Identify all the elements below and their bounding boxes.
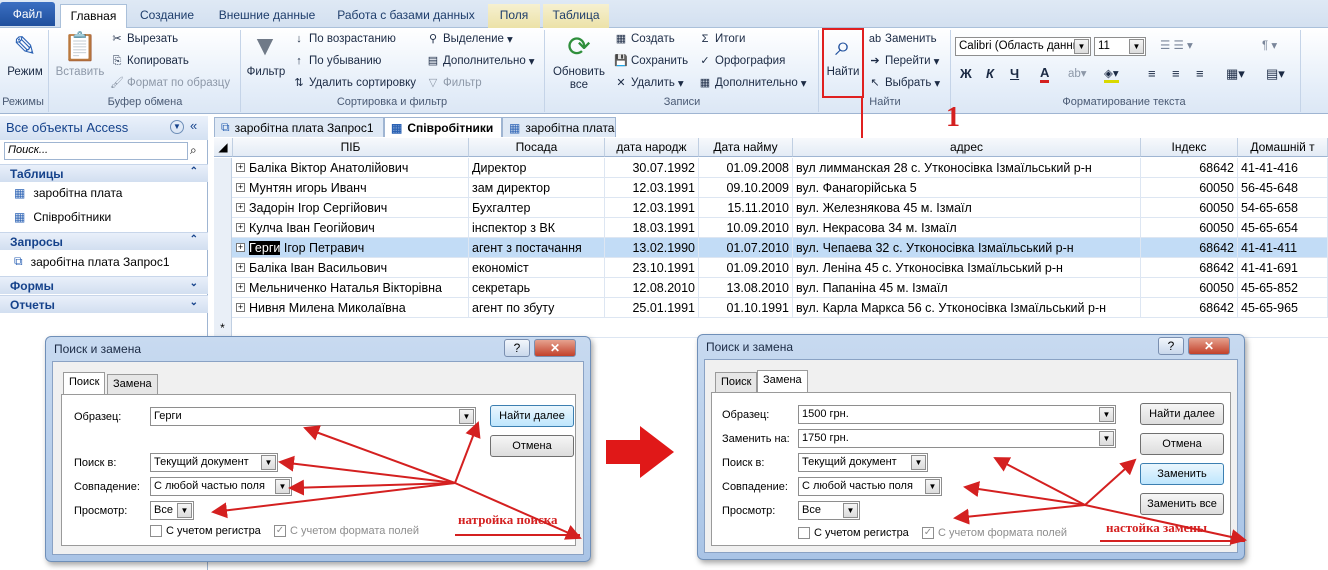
big-arrow-right-icon <box>606 426 674 478</box>
arrow-to-case <box>454 482 582 540</box>
arrow-to-replace-r <box>1084 458 1137 506</box>
find-settings-note: натройка поиска <box>458 512 558 527</box>
replace-settings-note: настойка замены <box>1106 520 1207 535</box>
arrow-to-search-r <box>953 504 1086 525</box>
arrow-to-find-next <box>454 421 481 484</box>
annotation-arrows <box>211 421 1247 545</box>
